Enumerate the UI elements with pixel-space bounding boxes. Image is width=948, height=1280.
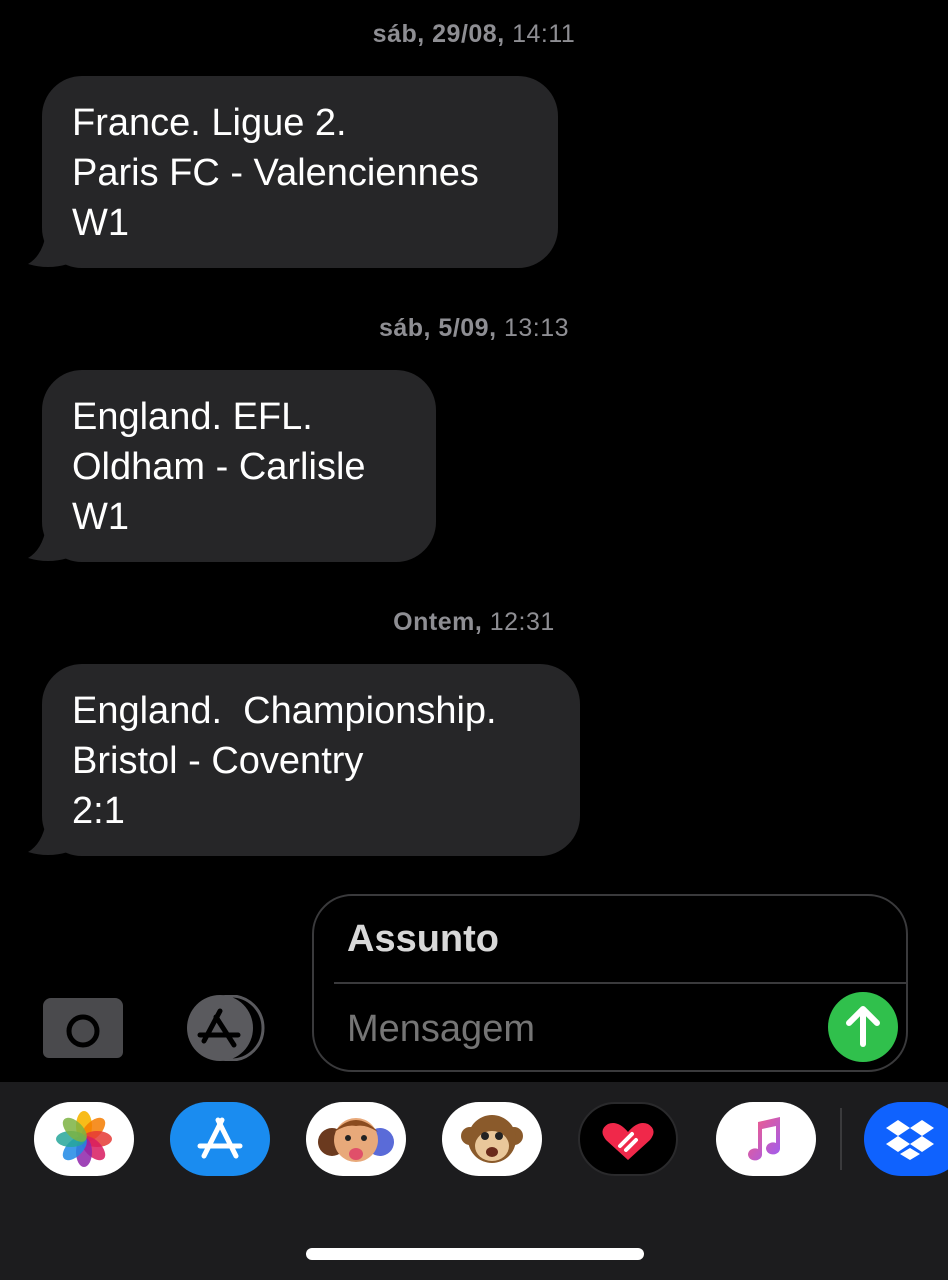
send-button[interactable] (828, 992, 898, 1062)
apps-button[interactable] (176, 994, 268, 1062)
composer-divider (334, 982, 906, 984)
message-composer: Assunto (312, 894, 908, 1072)
timestamp-time: 14:11 (512, 20, 576, 48)
timestamp: sáb, 5/09, 13:13 (0, 314, 948, 343)
timestamp-day: sáb, 5/09, (378, 314, 497, 342)
message-line: England. EFL. (72, 396, 313, 438)
timestamp-time: 12:31 (489, 608, 555, 636)
message-bubble[interactable]: England. EFL. Oldham - Carlisle W1 (28, 370, 436, 562)
dropbox-app[interactable] (864, 1102, 948, 1176)
timestamp-time: 13:13 (503, 314, 570, 342)
message-line: 2:1 (72, 790, 125, 832)
memoji-app-icon (318, 1118, 394, 1162)
memoji-app[interactable] (306, 1102, 406, 1176)
bubble-tail (28, 822, 68, 855)
app-store-app-icon (197, 1117, 243, 1159)
message-line: England. Championship. (72, 690, 497, 732)
digital-touch-app[interactable] (578, 1102, 678, 1176)
subject-field[interactable]: Assunto (347, 918, 499, 961)
music-app[interactable] (716, 1102, 816, 1176)
message-line: W1 (72, 496, 129, 538)
music-app-icon (748, 1117, 781, 1161)
camera-button[interactable] (43, 998, 123, 1058)
photos-app[interactable] (34, 1102, 134, 1176)
animoji-app[interactable] (442, 1102, 542, 1176)
message-line: Bristol - Coventry (72, 740, 364, 782)
bubble-tail (28, 528, 68, 561)
arrow-up-icon (846, 1006, 880, 1047)
message-line: W1 (72, 202, 129, 244)
timestamp: Ontem, 12:31 (0, 608, 948, 637)
message-input[interactable] (347, 1008, 817, 1051)
digital-touch-app-icon (602, 1123, 654, 1160)
app-store-app[interactable] (170, 1102, 270, 1176)
app-store-icon (187, 994, 265, 1062)
message-bubble[interactable]: England. Championship. Bristol - Coventr… (28, 664, 580, 856)
timestamp-day: Ontem, (393, 608, 483, 636)
camera-icon (43, 998, 123, 1058)
dropbox-app-icon (886, 1120, 934, 1160)
message-line: Paris FC - Valenciennes (72, 152, 479, 194)
message-bubble[interactable]: France. Ligue 2. Paris FC - Valenciennes… (28, 76, 558, 268)
timestamp-day: sáb, 29/08, (372, 20, 505, 48)
photos-app-icon (56, 1111, 112, 1167)
bubble-tail (28, 234, 68, 267)
message-line: France. Ligue 2. (72, 102, 347, 144)
animoji-app-icon (461, 1115, 523, 1163)
timestamp: sáb, 29/08, 14:11 (0, 20, 948, 49)
message-line: Oldham - Carlisle (72, 446, 366, 488)
home-indicator[interactable] (306, 1248, 644, 1260)
drawer-separator (840, 1108, 842, 1170)
